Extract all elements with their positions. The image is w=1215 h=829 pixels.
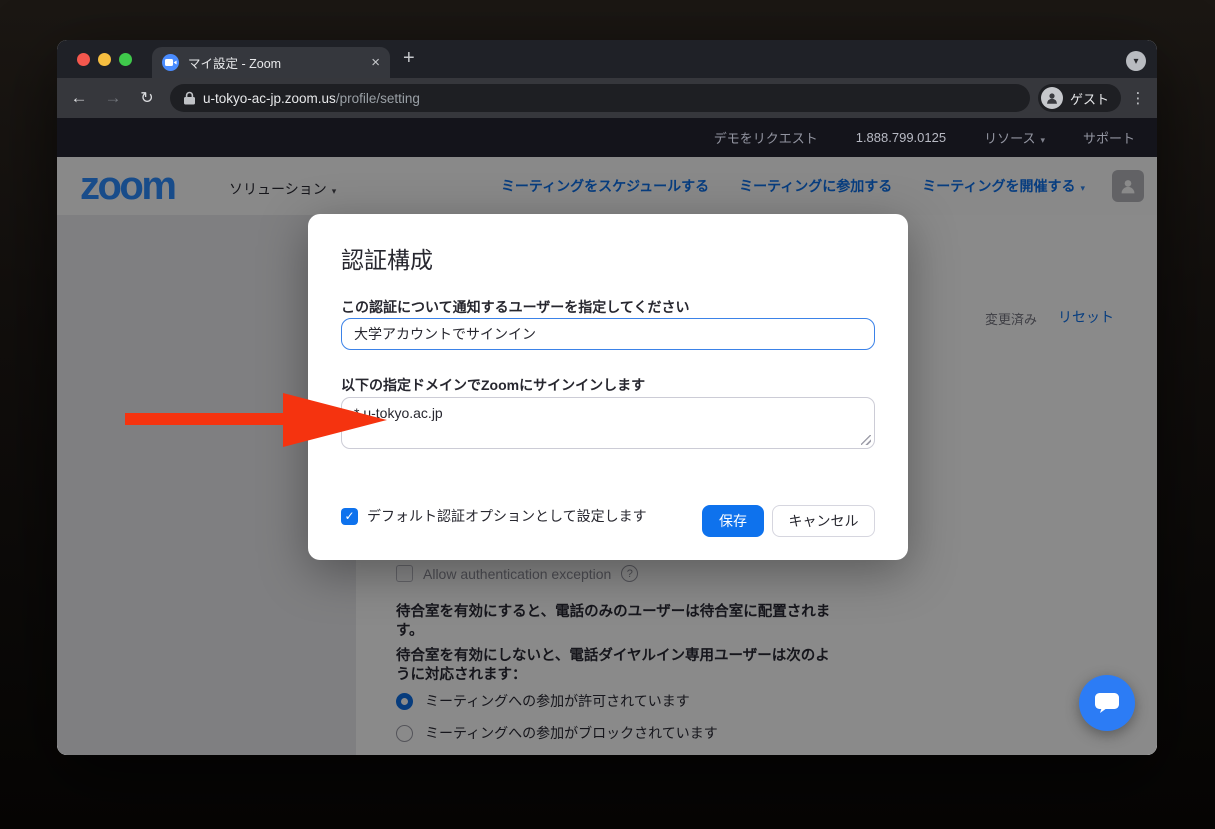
chevron-down-icon: ▾ [1040,135,1045,145]
notify-users-label: この認証について通知するユーザーを指定してください [341,297,689,317]
default-option-label: デフォルト認証オプションとして設定します [367,506,647,526]
window-controls [77,53,132,66]
support-link[interactable]: サポート [1083,128,1135,147]
domain-textarea-wrap: *.u-tokyo.ac.jp [341,397,875,449]
browser-tab[interactable]: マイ設定 - Zoom × [152,47,390,78]
page-viewport: デモをリクエスト 1.888.799.0125 リソース▾ サポート zoom … [57,118,1157,755]
guest-label: ゲスト [1070,89,1109,108]
close-window-button[interactable] [77,53,90,66]
chat-widget-button[interactable] [1079,675,1135,731]
tab-search-button[interactable]: ▾ [1126,51,1146,71]
auth-config-modal: 認証構成 この認証について通知するユーザーを指定してください 以下の指定ドメイン… [308,214,908,560]
url-host: u-tokyo-ac-jp.zoom.us [203,91,336,106]
new-tab-button[interactable]: + [403,48,415,68]
modal-title: 認証構成 [341,241,433,275]
chat-bubble-icon [1094,692,1120,715]
annotation-arrow [125,390,390,450]
cancel-button[interactable]: キャンセル [772,505,875,537]
zoom-favicon-icon [162,54,179,71]
tab-close-icon[interactable]: × [371,55,380,70]
phone-number-link[interactable]: 1.888.799.0125 [856,130,946,145]
browser-window: マイ設定 - Zoom × + ▾ ← → ↻ u-tokyo-ac-jp.zo… [57,40,1157,755]
default-option-row: ✓ デフォルト認証オプションとして設定します [341,506,647,526]
back-icon[interactable]: ← [67,78,91,118]
tab-strip: マイ設定 - Zoom × + ▾ [57,40,1157,78]
request-demo-link[interactable]: デモをリクエスト [714,128,818,147]
reload-icon[interactable]: ↻ [135,78,159,118]
tab-title: マイ設定 - Zoom [188,53,281,72]
browser-toolbar: ← → ↻ u-tokyo-ac-jp.zoom.us/profile/sett… [57,78,1157,118]
url-path: /profile/setting [336,91,420,106]
default-option-checkbox[interactable]: ✓ [341,508,358,525]
domain-textarea[interactable]: *.u-tokyo.ac.jp [342,398,874,448]
lock-icon[interactable] [184,91,195,105]
minimize-window-button[interactable] [98,53,111,66]
top-utility-bar: デモをリクエスト 1.888.799.0125 リソース▾ サポート [57,118,1157,157]
notify-users-input[interactable] [341,318,875,350]
guest-avatar-icon [1041,87,1063,109]
save-button[interactable]: 保存 [702,505,764,537]
fullscreen-window-button[interactable] [119,53,132,66]
address-bar[interactable]: u-tokyo-ac-jp.zoom.us/profile/setting [170,84,1030,112]
resources-menu[interactable]: リソース▾ [984,128,1045,147]
forward-icon[interactable]: → [101,78,125,118]
browser-menu-icon[interactable]: ⋮ [1130,78,1146,118]
resize-grip-icon[interactable] [861,435,871,445]
guest-profile-button[interactable]: ゲスト [1038,84,1121,112]
